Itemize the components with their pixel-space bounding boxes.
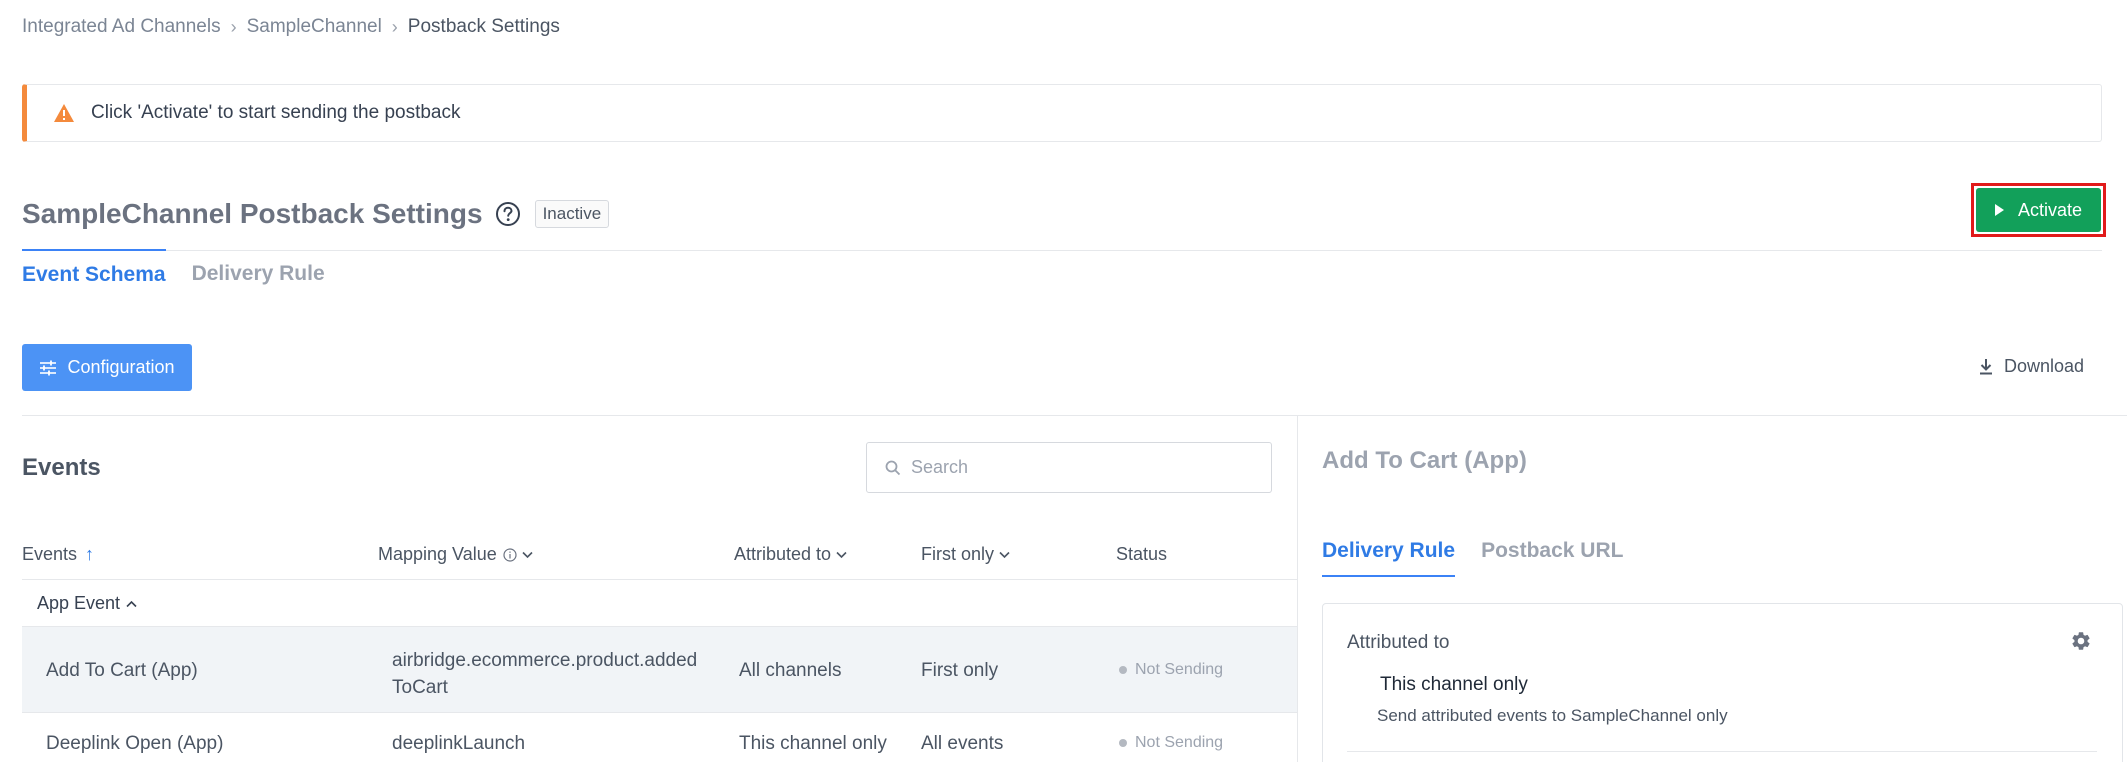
events-table-header: Events ↑ Mapping Value Attributed to Fir… (22, 544, 1297, 580)
mapping-value-line: airbridge.ecommerce.product.added (392, 650, 698, 671)
delivery-rule-card: Attributed to This channel only Send att… (1322, 603, 2123, 762)
detail-title: Add To Cart (App) (1322, 447, 1527, 474)
detail-tabs: Delivery Rule Postback URL (1322, 539, 1649, 577)
alert-text: Click 'Activate' to start sending the po… (91, 102, 461, 123)
activate-button[interactable]: Activate (1976, 188, 2101, 232)
card-divider (1347, 751, 2097, 752)
gear-icon[interactable] (2070, 630, 2092, 652)
status-text: Not Sending (1135, 661, 1224, 678)
status-badge: Inactive (534, 200, 610, 228)
chevron-down-icon[interactable] (836, 551, 847, 559)
chevron-down-icon[interactable] (522, 551, 533, 559)
breadcrumb: Integrated Ad Channels › SampleChannel ›… (22, 16, 560, 38)
help-icon[interactable] (495, 201, 521, 227)
status-dot-icon (1119, 666, 1127, 674)
activate-alert: Click 'Activate' to start sending the po… (22, 84, 2102, 142)
group-label: App Event (37, 593, 121, 613)
attributed-to-value: This channel only (1380, 674, 1528, 695)
search-box (866, 442, 1272, 493)
attributed-to-value: All channels (739, 660, 842, 681)
attributed-to-value: This channel only (739, 733, 887, 754)
status-indicator: Not Sending (1119, 661, 1223, 679)
detail-tab-postback-url[interactable]: Postback URL (1481, 539, 1623, 577)
search-input[interactable] (911, 457, 1251, 478)
chevron-right-icon: › (230, 16, 237, 37)
detail-tab-delivery-rule[interactable]: Delivery Rule (1322, 539, 1456, 577)
column-first-only-label: First only (921, 544, 995, 564)
column-status: Status (1116, 544, 1167, 565)
info-icon[interactable] (503, 547, 517, 562)
mapping-value: deeplinkLaunch (392, 733, 526, 754)
play-icon (1994, 204, 2004, 216)
column-attributed-to-label: Attributed to (734, 544, 832, 564)
status-text: Not Sending (1135, 734, 1224, 751)
title-row: SampleChannel Postback Settings Inactive (22, 198, 610, 230)
column-events-label: Events (22, 544, 78, 564)
tab-event-schema[interactable]: Event Schema (22, 249, 166, 287)
column-mapping-value[interactable]: Mapping Value (378, 544, 533, 565)
chevron-up-icon[interactable] (126, 600, 137, 608)
tab-delivery-rule[interactable]: Delivery Rule (192, 250, 325, 287)
chevron-right-icon: › (391, 16, 398, 37)
breadcrumb-samplechannel[interactable]: SampleChannel (247, 16, 382, 38)
breadcrumb-integrated-ad-channels[interactable]: Integrated Ad Channels (22, 16, 221, 38)
table-row[interactable]: Deeplink Open (App) deeplinkLaunch This … (22, 713, 1297, 762)
first-only-value: First only (921, 660, 999, 681)
mapping-value: airbridge.ecommerce.product.added ToCart (392, 647, 697, 701)
activate-label: Activate (2017, 199, 2083, 220)
warning-icon (54, 104, 74, 122)
chevron-down-icon[interactable] (999, 551, 1010, 559)
column-events[interactable]: Events ↑ (22, 544, 94, 565)
event-name: Add To Cart (App) (46, 660, 198, 681)
column-attributed-to[interactable]: Attributed to (734, 544, 847, 565)
group-row-app-event[interactable]: App Event (22, 581, 1297, 627)
configuration-label: Configuration (67, 357, 175, 377)
events-heading: Events (22, 454, 101, 481)
table-row[interactable]: Add To Cart (App) airbridge.ecommerce.pr… (22, 627, 1297, 713)
configuration-button[interactable]: Configuration (22, 344, 192, 391)
download-button[interactable]: Download (1978, 356, 2084, 377)
sliders-icon (40, 360, 57, 375)
attributed-to-description: Send attributed events to SampleChannel … (1377, 706, 1728, 725)
column-mapping-value-label: Mapping Value (378, 544, 497, 564)
first-only-value: All events (921, 733, 1004, 754)
sort-ascending-icon[interactable]: ↑ (85, 544, 94, 565)
mapping-value-line: ToCart (392, 677, 448, 698)
status-dot-icon (1119, 739, 1127, 747)
attributed-to-label: Attributed to (1347, 632, 1450, 653)
column-status-label: Status (1116, 544, 1168, 564)
download-icon (1980, 359, 1992, 375)
main-tabs: Event Schema Delivery Rule (22, 249, 351, 287)
event-name: Deeplink Open (App) (46, 733, 224, 754)
download-label: Download (2004, 356, 2085, 376)
search-icon (885, 460, 901, 475)
page-title: SampleChannel Postback Settings (22, 198, 483, 229)
column-divider (1297, 416, 1298, 762)
status-indicator: Not Sending (1119, 734, 1223, 752)
section-divider (22, 415, 2127, 416)
column-first-only[interactable]: First only (921, 544, 1010, 565)
breadcrumb-postback-settings: Postback Settings (407, 16, 560, 37)
